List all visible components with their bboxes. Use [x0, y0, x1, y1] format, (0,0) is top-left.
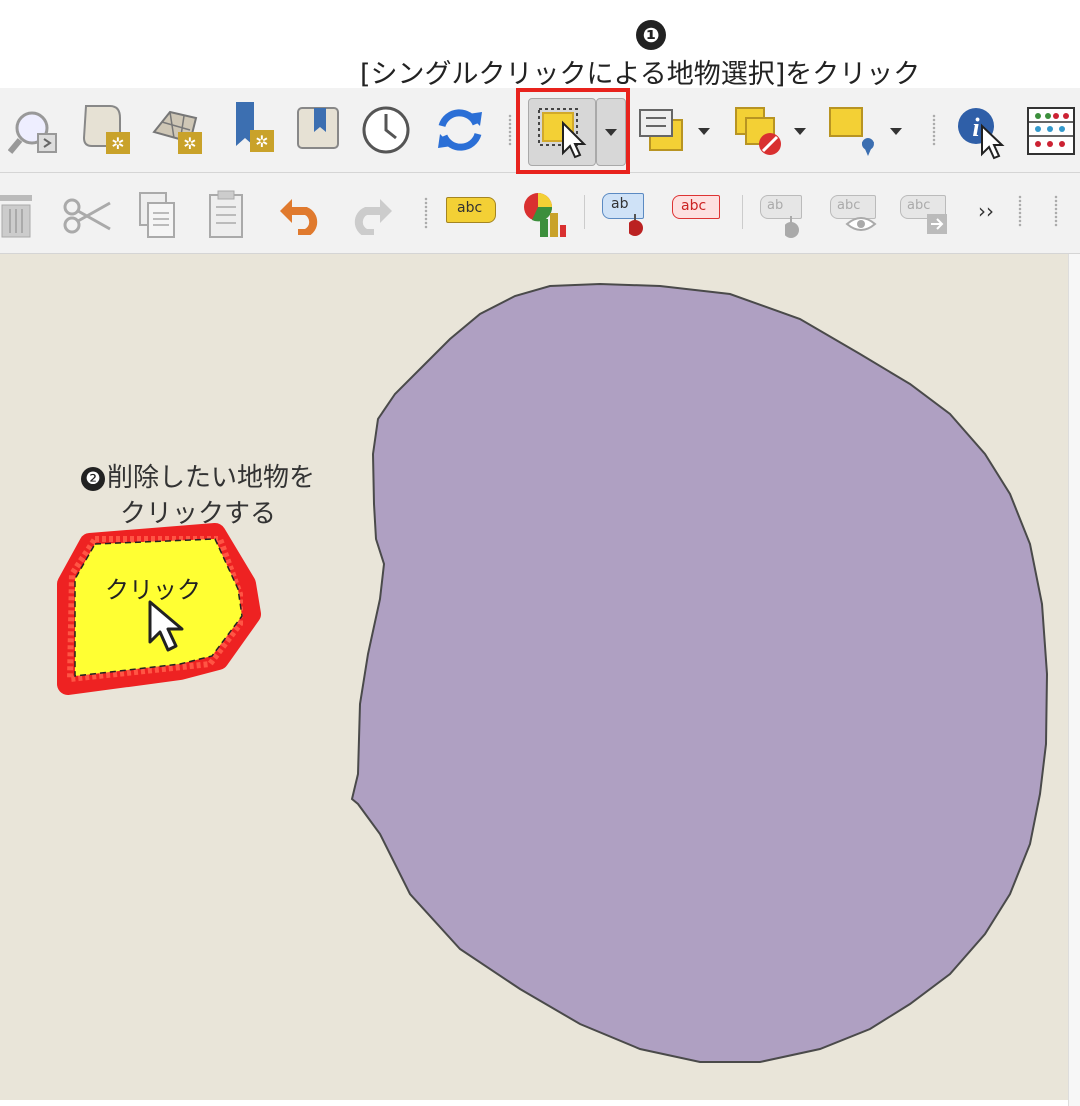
- select-by-value-icon[interactable]: [638, 106, 688, 160]
- chevron-down-icon[interactable]: [794, 128, 806, 135]
- temporal-controller-icon[interactable]: [360, 104, 412, 160]
- map-right-edge: [1068, 254, 1080, 1106]
- toolbar-separator: [1054, 195, 1058, 227]
- statistics-icon[interactable]: [1026, 106, 1078, 162]
- toolbar-divider: [584, 195, 585, 229]
- toolbar-separator: [932, 114, 936, 146]
- step2-instruction: ❷ 削除したい地物を クリックする: [58, 460, 338, 532]
- undo-icon[interactable]: [278, 195, 324, 239]
- label-ab-text: ab: [611, 196, 629, 212]
- step2-text: 削除したい地物を: [106, 463, 315, 493]
- step2-line1: ❷ 削除したい地物を: [58, 460, 338, 496]
- show-bookmarks-icon[interactable]: [294, 102, 346, 158]
- refresh-icon[interactable]: [434, 104, 486, 160]
- chevron-down-icon[interactable]: [890, 128, 902, 135]
- step1-instruction: [シングルクリックによる地物選択]をクリック: [360, 59, 921, 90]
- toolbar-separator: [424, 197, 428, 229]
- label-abc-text: abc: [907, 198, 931, 213]
- label-toolbar-button[interactable]: abc: [446, 197, 496, 223]
- feature-click-label: クリック: [105, 576, 201, 604]
- deselect-icon[interactable]: [732, 104, 788, 164]
- pin-labels-button[interactable]: ab: [602, 193, 644, 236]
- label-abc-text: abc: [457, 200, 483, 216]
- toolbar-divider: [742, 195, 743, 229]
- new-mesh-icon[interactable]: ✲: [150, 102, 208, 162]
- step2-line2: クリックする: [119, 499, 276, 529]
- svg-text:✲: ✲: [111, 134, 124, 153]
- new-bookmark-icon[interactable]: ✲: [232, 100, 282, 162]
- svg-text:i: i: [972, 113, 980, 142]
- identify-zoom-icon[interactable]: [7, 108, 62, 162]
- pin-icon: [629, 214, 643, 236]
- label-abc-text: abc: [837, 198, 861, 213]
- delete-icon[interactable]: [0, 195, 36, 243]
- identify-features-icon[interactable]: i: [954, 104, 1010, 164]
- toolbar-separator: [508, 114, 512, 146]
- map-canvas[interactable]: [0, 254, 1068, 1100]
- new-layer-icon[interactable]: ✲: [80, 102, 138, 162]
- label-ab-text: ab: [767, 198, 784, 213]
- eye-icon: [845, 217, 877, 231]
- diagram-icon[interactable]: [518, 189, 568, 245]
- toolbar-overflow-button[interactable]: ››: [978, 199, 994, 223]
- toolbar-separator: [1018, 195, 1022, 227]
- change-label-button[interactable]: abc: [900, 195, 947, 234]
- bottom-edge: [0, 1100, 1068, 1106]
- arrow-right-icon: [927, 214, 947, 234]
- redo-icon[interactable]: [348, 195, 394, 239]
- svg-text:✲: ✲: [183, 134, 196, 153]
- paste-icon[interactable]: [208, 189, 248, 245]
- select-by-location-icon[interactable]: [828, 104, 878, 164]
- step2-number: ❷: [80, 466, 105, 491]
- svg-text:✲: ✲: [255, 132, 268, 151]
- copy-icon[interactable]: [138, 191, 178, 245]
- cut-icon[interactable]: [62, 195, 116, 241]
- show-hide-labels-button[interactable]: abc: [830, 195, 877, 231]
- toolbar-bottom: abc ab abc ab abc abc ››: [0, 173, 1080, 254]
- pin-icon: [785, 216, 799, 238]
- polygon-feature[interactable]: [350, 282, 1049, 1063]
- highlight-pinned-labels-button[interactable]: abc: [672, 195, 720, 219]
- chevron-down-icon[interactable]: [698, 128, 710, 135]
- select-tool-highlight: [516, 88, 630, 174]
- label-abc-text: abc: [681, 198, 707, 214]
- cursor-arrow-icon: [148, 600, 184, 652]
- step1-number: ❶: [636, 20, 666, 50]
- move-label-button[interactable]: ab: [760, 195, 802, 238]
- map-features: [57, 282, 1049, 1063]
